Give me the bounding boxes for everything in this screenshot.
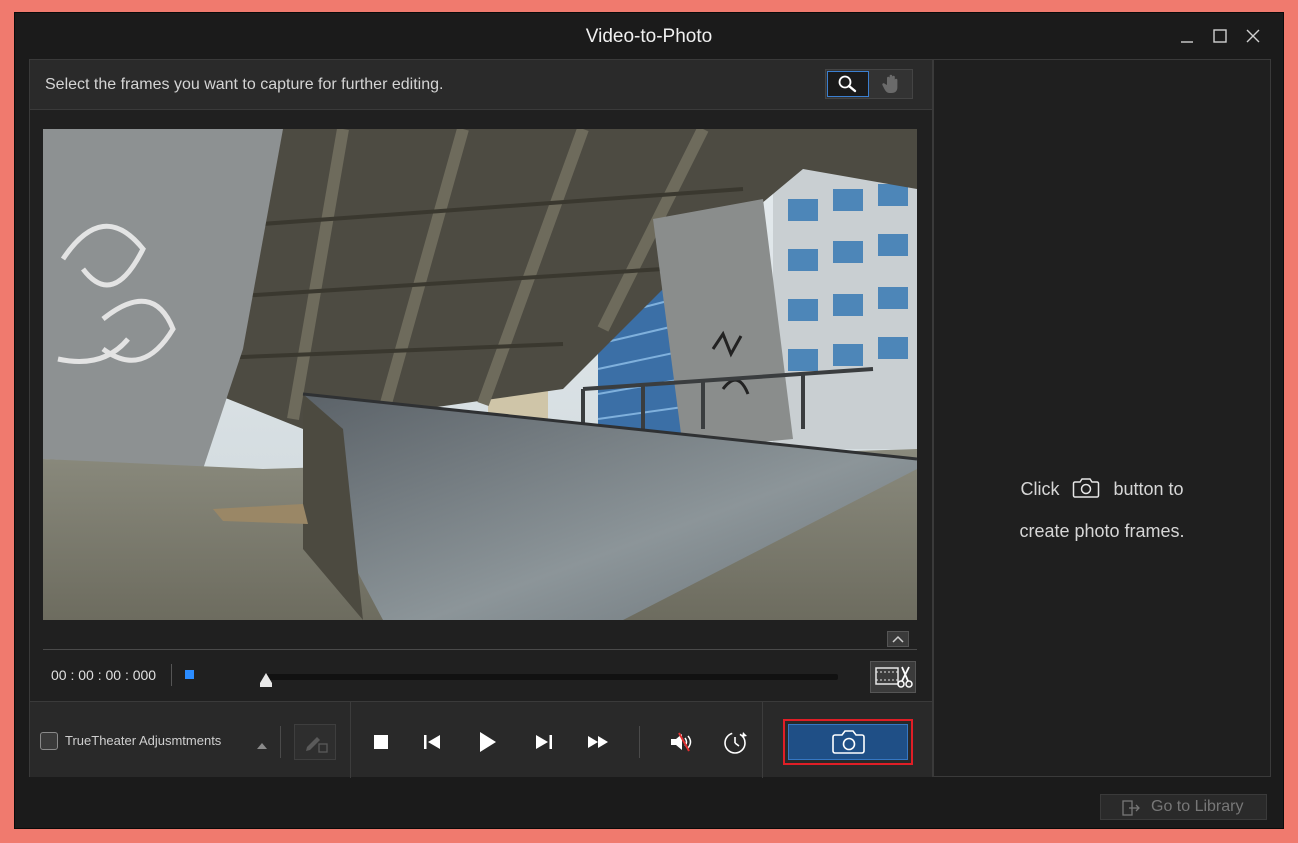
go-to-library-label: Go to Library xyxy=(1151,798,1244,815)
previous-frame-icon xyxy=(424,735,440,749)
maximize-icon xyxy=(1213,29,1227,43)
close-button[interactable] xyxy=(1240,23,1266,49)
timecode-display: 00 : 00 : 00 : 000 xyxy=(51,667,157,683)
instruction-bar: Select the frames you want to capture fo… xyxy=(30,60,932,110)
go-to-library-button[interactable]: Go to Library xyxy=(1100,794,1267,820)
frame-marker xyxy=(185,670,194,679)
pencil-icon xyxy=(306,737,328,753)
close-icon xyxy=(1246,29,1260,43)
chevron-up-icon xyxy=(892,635,904,643)
magnifier-icon xyxy=(838,75,857,93)
collapse-button[interactable] xyxy=(887,631,909,647)
playback-speed-button[interactable] xyxy=(719,728,751,756)
previous-frame-button[interactable] xyxy=(416,728,448,756)
hint-line-2: create photo frames. xyxy=(1019,521,1185,541)
next-frame-button[interactable] xyxy=(528,728,560,756)
title-bar: Video-to-Photo xyxy=(15,13,1283,59)
video-preview[interactable] xyxy=(43,129,917,620)
truetheater-expand-button[interactable] xyxy=(256,737,268,755)
truetheater-label: TrueTheater Adjusmtments xyxy=(65,733,222,748)
timeline-divider xyxy=(43,649,917,650)
fast-forward-icon xyxy=(588,736,608,748)
control-separator xyxy=(639,726,640,758)
control-separator xyxy=(280,726,281,758)
capture-highlight xyxy=(783,719,913,765)
exit-icon xyxy=(1121,799,1141,822)
photo-frames-panel: Click button to create photo frames. xyxy=(933,59,1271,777)
seek-slider-thumb[interactable] xyxy=(259,672,273,688)
play-icon xyxy=(480,732,496,752)
stop-icon xyxy=(374,735,388,749)
triangle-up-icon xyxy=(257,743,267,749)
camera-icon xyxy=(832,730,865,754)
camera-icon xyxy=(1072,474,1100,512)
maximize-button[interactable] xyxy=(1207,23,1233,49)
instruction-text: Select the frames you want to capture fo… xyxy=(45,76,444,93)
film-scissors-icon xyxy=(875,666,913,688)
playback-controls: TrueTheater Adjusmtments xyxy=(30,701,932,778)
capture-panel: Select the frames you want to capture fo… xyxy=(29,59,933,778)
section-separator xyxy=(350,702,351,778)
hint-prefix: Click xyxy=(1020,479,1060,499)
trim-button[interactable] xyxy=(870,661,916,693)
volume-button[interactable] xyxy=(666,728,698,756)
capture-frame-button[interactable] xyxy=(788,724,908,760)
speed-icon xyxy=(724,732,747,754)
stop-button[interactable] xyxy=(365,728,397,756)
view-tool-group xyxy=(825,69,913,99)
seek-slider-track[interactable] xyxy=(266,674,838,680)
edit-adjustments-button[interactable] xyxy=(294,724,336,760)
play-button[interactable] xyxy=(471,728,503,756)
zoom-tool-button[interactable] xyxy=(827,71,869,97)
minimize-icon xyxy=(1181,41,1193,43)
hint-suffix: button to xyxy=(1113,479,1184,499)
hand-icon xyxy=(882,74,898,93)
next-frame-icon xyxy=(536,735,552,749)
video-to-photo-window: Video-to-Photo Select the frames you wan… xyxy=(14,12,1284,829)
truetheater-checkbox[interactable] xyxy=(40,732,58,750)
minimize-button[interactable] xyxy=(1174,23,1200,49)
section-separator xyxy=(762,702,763,778)
hand-tool-button[interactable] xyxy=(872,71,912,97)
video-frame-image xyxy=(43,129,917,620)
timecode-separator xyxy=(171,664,172,686)
fast-forward-button[interactable] xyxy=(583,728,615,756)
volume-mute-icon xyxy=(671,732,692,752)
empty-state-hint: Click button to create photo frames. xyxy=(934,470,1270,550)
window-title: Video-to-Photo xyxy=(585,26,713,47)
